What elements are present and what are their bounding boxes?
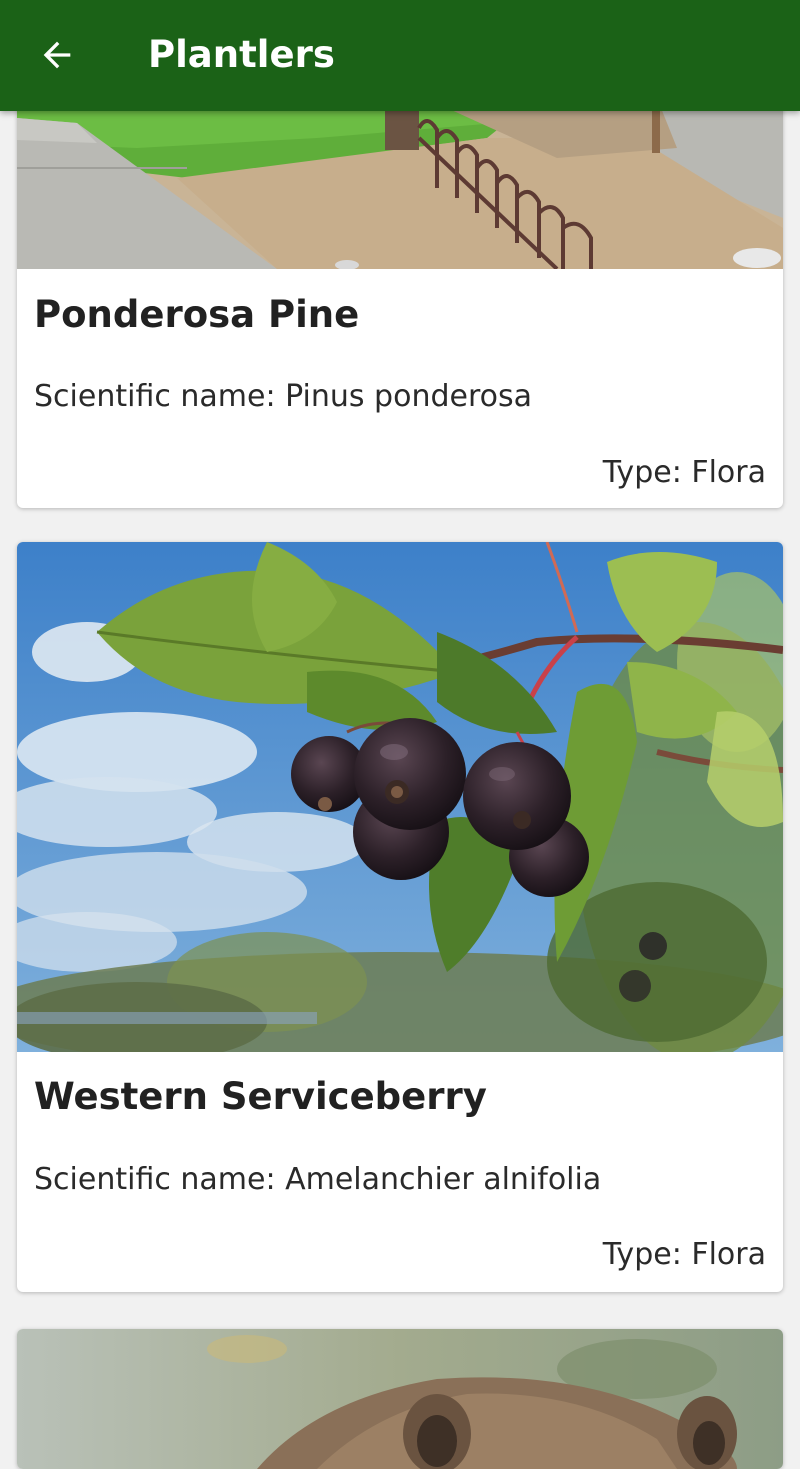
card-title: Ponderosa Pine (34, 293, 360, 336)
card-scientific-name: Scientific name: Pinus ponderosa (34, 379, 533, 414)
app-title: Plantlers (148, 33, 335, 76)
card-image (17, 542, 783, 1052)
species-card[interactable]: Western Serviceberry Scientific name: Am… (17, 542, 783, 1292)
card-title: Western Serviceberry (34, 1075, 487, 1118)
app-bar: Plantlers (0, 0, 800, 111)
species-card[interactable] (17, 1329, 783, 1469)
animal-photo (17, 1329, 783, 1469)
park-path-photo (17, 98, 783, 269)
card-scientific-name: Scientific name: Amelanchier alnifolia (34, 1162, 602, 1197)
serviceberry-photo (17, 542, 783, 1052)
card-type: Type: Flora (602, 455, 766, 490)
back-button[interactable] (24, 22, 90, 88)
card-type: Type: Flora (602, 1237, 766, 1272)
species-card[interactable]: Ponderosa Pine Scientific name: Pinus po… (17, 98, 783, 508)
card-image (17, 1329, 783, 1469)
card-image (17, 98, 783, 269)
arrow-back-icon (43, 41, 71, 69)
